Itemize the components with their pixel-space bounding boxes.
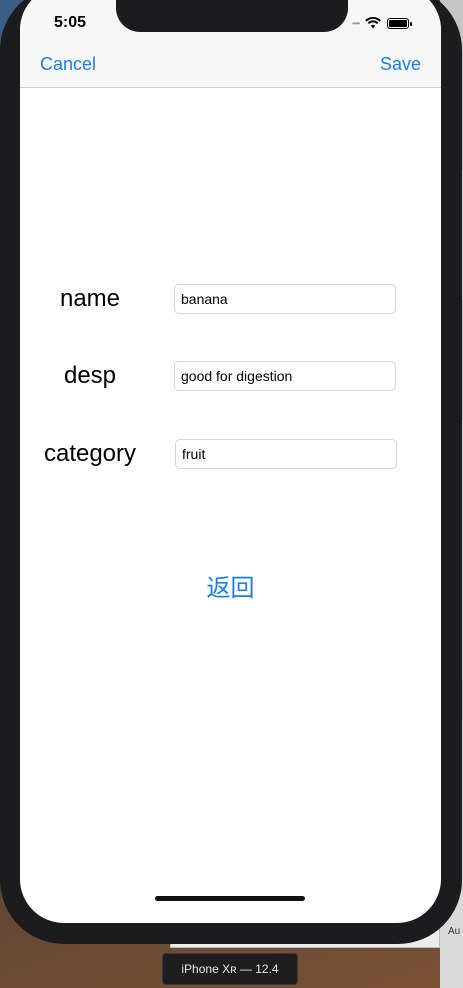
wifi-icon	[365, 17, 382, 29]
name-label: name	[59, 285, 121, 312]
iphone-device-frame: 5:05 •••• Cancel Save name desp category…	[0, 0, 462, 944]
simulator-device-label: iPhone Xʀ — 12.4	[162, 953, 298, 985]
device-notch	[116, 0, 348, 32]
save-button[interactable]: Save	[380, 54, 421, 75]
device-screen: 5:05 •••• Cancel Save name desp category…	[20, 0, 441, 923]
cancel-button[interactable]: Cancel	[40, 54, 96, 75]
status-icons: ••••	[352, 14, 413, 32]
desktop-edge-text: Au	[448, 926, 461, 937]
name-field[interactable]	[174, 284, 396, 314]
category-field[interactable]	[175, 439, 397, 469]
battery-icon	[387, 17, 413, 29]
signal-dots-icon: ••••	[352, 18, 360, 28]
category-label: category	[43, 440, 137, 467]
desp-label: desp	[63, 362, 117, 389]
desp-field[interactable]	[174, 361, 396, 391]
home-indicator[interactable]	[155, 896, 305, 901]
status-time: 5:05	[54, 14, 87, 31]
navigation-bar: Cancel Save	[20, 40, 441, 88]
back-button[interactable]: 返回	[20, 568, 441, 603]
